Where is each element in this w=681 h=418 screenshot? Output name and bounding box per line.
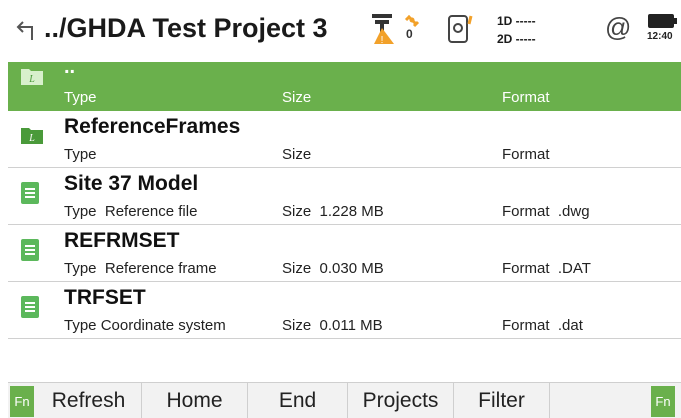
list-item-site-37-model[interactable]: Site 37 Model Type Reference file Size 1… <box>8 168 681 225</box>
file-list: L .. Type Size Format L ReferenceFrames … <box>8 56 681 339</box>
item-name: ReferenceFrames <box>64 115 241 138</box>
fn-right-button[interactable]: Fn <box>651 386 675 417</box>
title-bar: ../GHDA Test Project 3 ! 0 1D ----- 2D -… <box>0 0 681 62</box>
size-field: Size 0.030 MB <box>282 260 384 277</box>
refresh-button[interactable]: Refresh <box>36 383 142 418</box>
fn-left-button[interactable]: Fn <box>10 386 34 417</box>
size-label: Size <box>282 146 312 163</box>
empty-softkey[interactable] <box>550 383 650 418</box>
size-label: Size <box>282 89 312 106</box>
list-item-trfset[interactable]: TRFSET Type Coordinate system Size 0.011… <box>8 282 681 339</box>
list-item-refrmset[interactable]: REFRMSET Type Reference frame Size 0.030… <box>8 225 681 282</box>
softkey-bar: Fn Refresh Home End Projects Filter Fn <box>8 382 681 418</box>
document-icon <box>20 238 40 262</box>
type-field: Type Reference file <box>64 203 198 220</box>
format-field: Format .dat <box>502 317 583 334</box>
satellite-count: 0 <box>406 27 413 41</box>
document-icon <box>20 295 40 319</box>
item-name: REFRMSET <box>64 229 180 252</box>
project-title: ../GHDA Test Project 3 <box>44 13 328 43</box>
type-label: Type <box>64 146 97 163</box>
svg-text:L: L <box>28 133 35 144</box>
folder-icon: L <box>20 66 44 86</box>
format-field: Format .dwg <box>502 203 590 220</box>
item-name: .. <box>64 56 76 78</box>
type-field: Type Coordinate system <box>64 317 226 334</box>
folder-icon: L <box>20 125 44 145</box>
type-label: Type <box>64 89 97 106</box>
dop-readout: 1D ----- 2D ----- <box>497 12 536 48</box>
size-field: Size 0.011 MB <box>282 317 383 334</box>
format-field: Format .DAT <box>502 260 591 277</box>
document-icon <box>20 181 40 205</box>
list-item-referenceframes[interactable]: L ReferenceFrames Type Size Format <box>8 111 681 168</box>
filter-button[interactable]: Filter <box>454 383 550 418</box>
format-label: Format <box>502 146 550 163</box>
size-field: Size 1.228 MB <box>282 203 384 220</box>
svg-text:L: L <box>28 74 35 85</box>
battery-icon: 12:40 <box>646 14 680 44</box>
dop-1d: 1D ----- <box>497 14 536 28</box>
dop-2d: 2D ----- <box>497 32 536 46</box>
radio-link-icon[interactable] <box>447 12 477 44</box>
format-label: Format <box>502 89 550 106</box>
home-button[interactable]: Home <box>142 383 248 418</box>
list-item-parent[interactable]: L .. Type Size Format <box>8 56 681 111</box>
at-icon[interactable]: @ <box>605 12 631 43</box>
projects-button[interactable]: Projects <box>348 383 454 418</box>
item-name: TRFSET <box>64 286 146 309</box>
end-button[interactable]: End <box>248 383 348 418</box>
clock-time: 12:40 <box>647 31 673 42</box>
item-name: Site 37 Model <box>64 172 199 195</box>
type-field: Type Reference frame <box>64 260 217 277</box>
back-arrow-icon[interactable] <box>14 18 38 46</box>
svg-text:!: ! <box>381 35 384 46</box>
gnss-antenna-icon[interactable]: ! <box>370 12 396 46</box>
